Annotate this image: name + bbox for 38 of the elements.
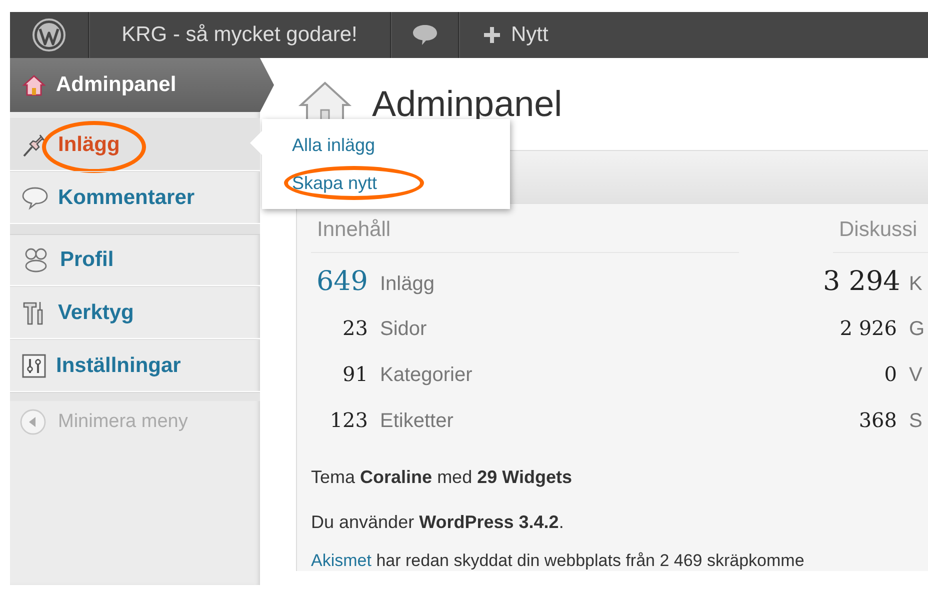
count-link[interactable]: 123 [311, 397, 368, 443]
plus-icon [483, 26, 501, 44]
count-link[interactable]: 23 [311, 305, 368, 351]
count-link[interactable]: 368 [823, 397, 897, 443]
logo-icon [32, 18, 66, 52]
stat-link[interactable]: Etiketter [380, 398, 454, 444]
sidebar-menu-item[interactable]: Kommentarer [10, 171, 260, 224]
settings-icon [22, 354, 46, 378]
speech-bubble-icon [412, 23, 438, 47]
sidebar-menu-item[interactable]: Adminpanel [10, 58, 274, 112]
sidebar-menu-item[interactable]: Verktyg [10, 286, 260, 339]
count-link[interactable]: 2 926 [823, 305, 897, 351]
speech-bubble-icon [22, 186, 48, 210]
count-link[interactable]: 91 [311, 351, 368, 397]
section-heading: Innehåll [311, 212, 739, 253]
stat-link[interactable]: G [909, 306, 925, 352]
count-link[interactable]: 0 [823, 351, 897, 397]
stat-link[interactable]: Kategorier [380, 352, 472, 398]
new-button[interactable]: Nytt [459, 12, 572, 58]
stat-link[interactable]: K [909, 261, 922, 307]
version-info-text: Du använder WordPress 3.4.2. [311, 512, 565, 533]
submenu-item[interactable]: Skapa nytt [284, 166, 424, 200]
count-link[interactable]: 3 294 [823, 259, 897, 305]
stat-link[interactable]: V [909, 352, 922, 398]
theme-info-text: Tema Coraline med 29 Widgets [311, 467, 573, 488]
house-icon [22, 73, 46, 97]
sidebar-menu-item[interactable]: Inlägg [10, 118, 260, 171]
sidebar-menu-item[interactable]: Profil [10, 224, 260, 286]
spam-info-text: har redan skyddat din webbplats från 2 469 skräpkomme [376, 551, 804, 570]
count-link[interactable]: 649 [311, 259, 368, 305]
section-heading: Diskussi [833, 212, 928, 253]
stat-link[interactable]: S [909, 398, 922, 444]
plugin-link[interactable]: Akismet [311, 551, 372, 570]
left-arrow-circle-icon [20, 409, 46, 435]
submenu-item[interactable]: Alla inlägg [284, 128, 424, 162]
stat-link[interactable]: Inlägg [380, 261, 434, 307]
page-title: Adminpanel [372, 83, 562, 125]
stat-link[interactable]: Sidor [380, 306, 427, 352]
